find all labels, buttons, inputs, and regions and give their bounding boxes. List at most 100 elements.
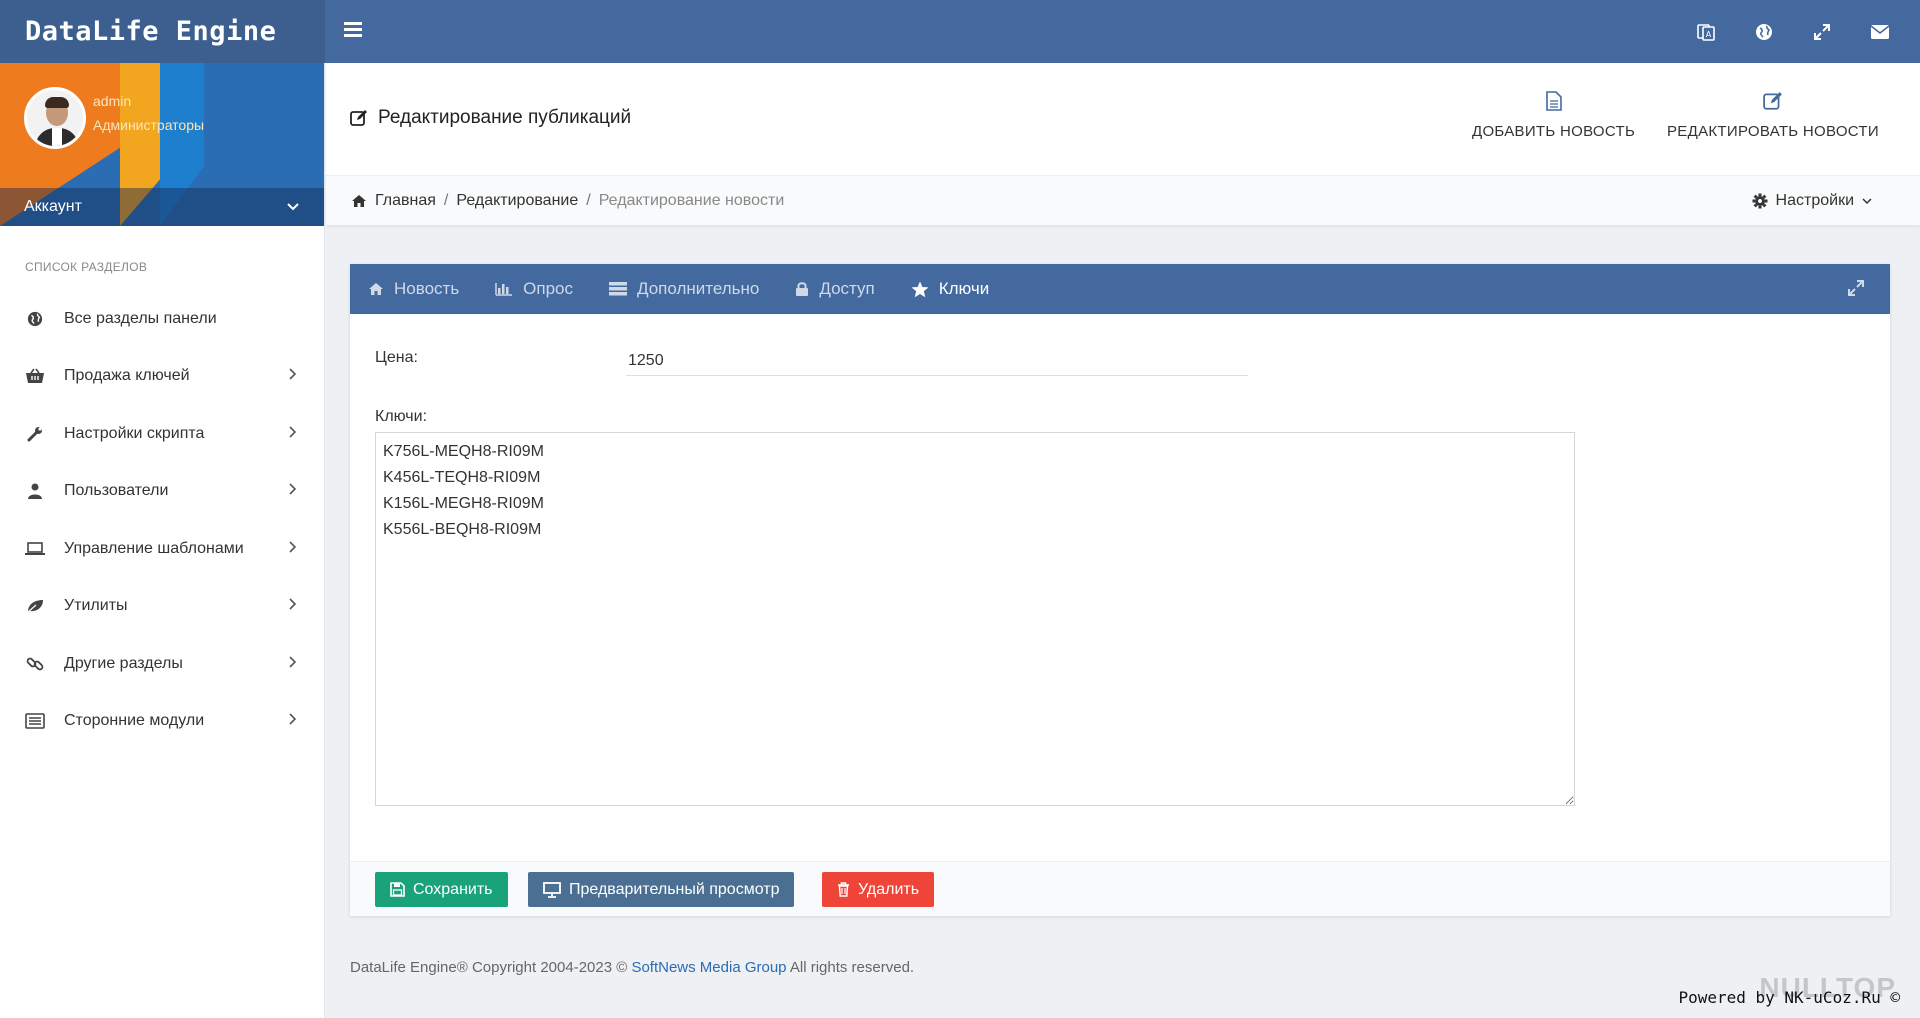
- tab-label: Опрос: [523, 279, 574, 298]
- edit-news-button[interactable]: РЕДАКТИРОВАТЬ НОВОСТИ: [1667, 91, 1879, 140]
- account-label: Аккаунт: [24, 198, 82, 215]
- tab-label: Дополнительно: [637, 279, 760, 298]
- keys-textarea[interactable]: [375, 432, 1575, 806]
- sidebar-item-script-settings[interactable]: Настройки скрипта: [0, 405, 324, 463]
- edit-icon: [1763, 92, 1782, 110]
- sidebar-item-label: Управление шаблонами: [64, 539, 244, 557]
- delete-button[interactable]: Удалить: [822, 872, 935, 907]
- svg-text:A: A: [1706, 30, 1712, 39]
- gear-icon: [1752, 193, 1768, 209]
- avatar[interactable]: [24, 87, 86, 149]
- sidebar-item-users[interactable]: Пользователи: [0, 463, 324, 521]
- sidebar-item-label: Настройки скрипта: [64, 424, 205, 442]
- lock-icon: [796, 282, 809, 296]
- tab-poll[interactable]: Опрос: [495, 279, 573, 299]
- powered-by: Powered by NK-uCoz.Ru ©: [1678, 988, 1900, 1007]
- copyright-suffix: All rights reserved.: [789, 959, 915, 976]
- add-news-button[interactable]: ДОБАВИТЬ НОВОСТЬ: [1472, 91, 1635, 140]
- breadcrumb-home[interactable]: Главная: [375, 192, 436, 210]
- sidebar-item-key-sales[interactable]: Продажа ключей: [0, 348, 324, 406]
- sidebar-item-label: Утилиты: [64, 597, 128, 615]
- trash-icon: [838, 882, 849, 897]
- chevron-right-icon: [288, 425, 300, 443]
- sidebar-item-templates[interactable]: Управление шаблонами: [0, 520, 324, 578]
- preview-label: Предварительный просмотр: [569, 880, 780, 898]
- file-icon: [1545, 91, 1562, 111]
- settings-dropdown[interactable]: Настройки: [1752, 176, 1872, 226]
- breadcrumb-current: Редактирование новости: [598, 192, 785, 209]
- chevron-down-icon: [1862, 197, 1872, 204]
- profile-panel: admin Администраторы Аккаунт: [0, 63, 324, 226]
- price-label: Цена:: [375, 349, 418, 366]
- save-button[interactable]: Сохранить: [375, 872, 508, 907]
- wrench-icon: [24, 424, 46, 444]
- sidebar-item-label: Все разделы панели: [64, 309, 217, 327]
- user-name: admin: [93, 93, 132, 109]
- expand-icon[interactable]: [1847, 279, 1865, 302]
- save-icon: [390, 882, 405, 897]
- star-icon: [911, 281, 929, 297]
- preview-button[interactable]: Предварительный просмотр: [528, 872, 795, 907]
- sidebar-item-label: Сторонние модули: [64, 712, 205, 730]
- card-footer: Сохранить Предварительный просмотр Удали…: [350, 861, 1890, 916]
- globe-icon: [24, 309, 46, 329]
- basket-icon: [24, 366, 46, 386]
- tab-keys[interactable]: Ключи: [911, 279, 990, 299]
- language-icon[interactable]: A: [1696, 22, 1716, 42]
- edit-icon: [350, 110, 367, 126]
- user-role: Администраторы: [93, 117, 205, 133]
- save-label: Сохранить: [413, 880, 493, 898]
- keys-label: Ключи:: [375, 408, 428, 425]
- breadcrumb: Главная / Редактирование / Редактировани…: [351, 176, 784, 226]
- globe-icon[interactable]: [1754, 22, 1774, 42]
- leaf-icon: [24, 596, 46, 616]
- tab-additional[interactable]: Дополнительно: [609, 279, 759, 299]
- page-header: Редактирование публикаций ДОБАВИТЬ НОВОС…: [326, 63, 1920, 175]
- list-icon: [609, 282, 628, 296]
- chevron-right-icon: [288, 367, 300, 385]
- chevron-right-icon: [288, 597, 300, 615]
- tab-bar: Новость Опрос Дополнительно Доступ Ключи: [350, 264, 1890, 314]
- sidebar-item-label: Продажа ключей: [64, 367, 190, 385]
- list-icon: [24, 711, 46, 731]
- sidebar-item-utilities[interactable]: Утилиты: [0, 578, 324, 636]
- chevron-right-icon: [288, 712, 300, 730]
- copyright-prefix: DataLife Engine® Copyright 2004-2023 ©: [350, 959, 628, 976]
- edit-card: Новость Опрос Дополнительно Доступ Ключи…: [350, 264, 1890, 916]
- sidebar: admin Администраторы Аккаунт СПИСОК РАЗД…: [0, 63, 325, 1018]
- laptop-icon: [24, 539, 46, 559]
- fullscreen-icon[interactable]: [1812, 22, 1832, 42]
- top-bar: DataLife Engine A: [0, 0, 1920, 63]
- price-input[interactable]: [626, 346, 1248, 376]
- tab-news[interactable]: Новость: [368, 279, 459, 299]
- tab-access[interactable]: Доступ: [795, 279, 875, 299]
- chevron-right-icon: [288, 655, 300, 673]
- brand-logo[interactable]: DataLife Engine: [0, 0, 325, 63]
- account-dropdown[interactable]: Аккаунт: [0, 188, 324, 226]
- section-title: СПИСОК РАЗДЕЛОВ: [25, 260, 148, 274]
- home-icon: [369, 283, 383, 295]
- breadcrumb-item[interactable]: Редактирование: [456, 192, 578, 210]
- settings-label: Настройки: [1775, 192, 1854, 209]
- breadcrumb-separator: /: [443, 192, 449, 209]
- tab-label: Ключи: [938, 279, 990, 298]
- sidebar-item-all-sections[interactable]: Все разделы панели: [0, 290, 324, 348]
- page-title-text: Редактирование публикаций: [378, 107, 632, 128]
- softnews-link[interactable]: SoftNews Media Group: [631, 959, 786, 976]
- page-title: Редактирование публикаций: [350, 107, 631, 129]
- sidebar-item-third-party[interactable]: Сторонние модули: [0, 693, 324, 751]
- menu-toggle-icon[interactable]: [344, 22, 362, 38]
- tab-label: Доступ: [819, 279, 875, 298]
- bar-chart-icon: [495, 283, 513, 296]
- sidebar-item-label: Другие разделы: [64, 654, 183, 672]
- chevron-right-icon: [288, 540, 300, 558]
- user-icon: [24, 481, 46, 501]
- chevron-down-icon: [287, 203, 299, 211]
- add-news-label: ДОБАВИТЬ НОВОСТЬ: [1472, 123, 1636, 140]
- link-icon: [24, 654, 46, 674]
- mail-icon[interactable]: [1870, 22, 1890, 42]
- breadcrumb-bar: Главная / Редактирование / Редактировани…: [326, 175, 1920, 225]
- home-icon: [352, 195, 366, 207]
- chevron-right-icon: [288, 482, 300, 500]
- sidebar-item-other[interactable]: Другие разделы: [0, 635, 324, 693]
